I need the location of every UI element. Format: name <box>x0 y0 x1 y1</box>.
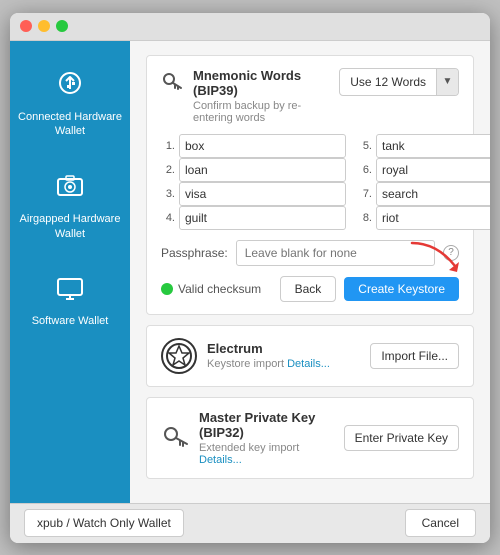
master-key-section-inner: Master Private Key (BIP32) Extended key … <box>161 410 459 466</box>
use-words-button[interactable]: Use 12 Words ▼ <box>339 68 459 96</box>
sidebar-item-airgapped-hw[interactable]: Airgapped Hardware Wallet <box>10 157 130 259</box>
titlebar <box>10 13 490 41</box>
import-file-button[interactable]: Import File... <box>370 343 459 369</box>
word-input-1[interactable] <box>179 134 346 158</box>
word-num-1: 1. <box>161 140 175 152</box>
sidebar-item-connected-hw[interactable]: Connected Hardware Wallet <box>10 51 130 157</box>
mnemonic-section: Mnemonic Words (BIP39) Confirm backup by… <box>146 55 474 315</box>
xpub-button[interactable]: xpub / Watch Only Wallet <box>24 509 184 537</box>
word-input-6[interactable] <box>376 158 490 182</box>
help-icon[interactable]: ? <box>443 245 459 261</box>
electrum-section-inner: Electrum Keystore import Details... Impo… <box>161 338 459 374</box>
word-input-2[interactable] <box>179 158 346 182</box>
word-num-8: 8. <box>358 212 372 224</box>
electrum-section: Electrum Keystore import Details... Impo… <box>146 325 474 387</box>
electrum-icon <box>161 338 197 374</box>
electrum-title: Electrum <box>207 341 330 356</box>
cancel-button[interactable]: Cancel <box>405 509 476 537</box>
content-area: Mnemonic Words (BIP39) Confirm backup by… <box>130 41 490 503</box>
sidebar-label-airgapped-hw: Airgapped Hardware Wallet <box>18 212 122 241</box>
master-key-section: Master Private Key (BIP32) Extended key … <box>146 397 474 479</box>
back-button[interactable]: Back <box>280 276 337 302</box>
airgap-icon <box>56 175 84 207</box>
btn-group: Back Create Keystore <box>280 276 459 302</box>
word-row-1: 1. <box>161 134 346 158</box>
footer: xpub / Watch Only Wallet Cancel <box>10 503 490 543</box>
word-row-8: 8. <box>358 206 490 230</box>
word-num-4: 4. <box>161 212 175 224</box>
mnemonic-title-area: Mnemonic Words (BIP39) Confirm backup by… <box>161 68 339 124</box>
electrum-subtitle: Keystore import Details... <box>207 358 330 370</box>
main-content: Connected Hardware Wallet Airgapped Hard… <box>10 41 490 503</box>
monitor-icon <box>56 277 84 309</box>
master-key-icon <box>161 422 189 456</box>
electrum-info: Electrum Keystore import Details... <box>207 341 330 370</box>
master-key-info: Master Private Key (BIP32) Extended key … <box>199 410 344 466</box>
sidebar-item-software[interactable]: Software Wallet <box>10 259 130 347</box>
master-key-left: Master Private Key (BIP32) Extended key … <box>161 410 344 466</box>
word-col-1: 1. 2. 3. 4. <box>161 134 346 230</box>
traffic-lights <box>20 20 68 32</box>
words-grid: 1. 2. 3. 4. <box>161 134 459 230</box>
close-button[interactable] <box>20 20 32 32</box>
sidebar-label-software: Software Wallet <box>32 314 109 328</box>
master-key-details-link[interactable]: Details... <box>199 454 242 466</box>
sidebar: Connected Hardware Wallet Airgapped Hard… <box>10 41 130 503</box>
mnemonic-header: Mnemonic Words (BIP39) Confirm backup by… <box>161 68 459 124</box>
key-icon <box>161 70 183 98</box>
mnemonic-title: Mnemonic Words (BIP39) <box>193 68 339 98</box>
mnemonic-title-text: Mnemonic Words (BIP39) Confirm backup by… <box>193 68 339 124</box>
word-num-3: 3. <box>161 188 175 200</box>
word-input-5[interactable] <box>376 134 490 158</box>
checksum-text: Valid checksum <box>178 282 261 296</box>
word-row-4: 4. <box>161 206 346 230</box>
word-row-5: 5. <box>358 134 490 158</box>
word-row-7: 7. <box>358 182 490 206</box>
use-words-label: Use 12 Words <box>340 75 436 89</box>
electrum-details-link[interactable]: Details... <box>287 358 330 370</box>
word-num-5: 5. <box>358 140 372 152</box>
minimize-button[interactable] <box>38 20 50 32</box>
word-input-4[interactable] <box>179 206 346 230</box>
passphrase-input[interactable] <box>236 240 435 266</box>
word-num-7: 7. <box>358 188 372 200</box>
word-input-3[interactable] <box>179 182 346 206</box>
word-input-7[interactable] <box>376 182 490 206</box>
usb-icon <box>56 69 84 105</box>
maximize-button[interactable] <box>56 20 68 32</box>
electrum-left: Electrum Keystore import Details... <box>161 338 330 374</box>
word-num-6: 6. <box>358 164 372 176</box>
word-row-2: 2. <box>161 158 346 182</box>
master-key-title: Master Private Key (BIP32) <box>199 410 344 440</box>
create-keystore-button[interactable]: Create Keystore <box>344 277 459 301</box>
master-key-subtitle: Extended key import Details... <box>199 442 344 466</box>
word-row-6: 6. <box>358 158 490 182</box>
word-row-3: 3. <box>161 182 346 206</box>
mnemonic-subtitle: Confirm backup by re-entering words <box>193 100 339 124</box>
checksum-area: Valid checksum <box>161 282 261 296</box>
sidebar-label-connected-hw: Connected Hardware Wallet <box>18 110 122 139</box>
checksum-dot <box>161 283 173 295</box>
use-words-dropdown-arrow[interactable]: ▼ <box>436 69 458 95</box>
word-col-2: 5. 6. 7. 8. <box>358 134 490 230</box>
passphrase-label: Passphrase: <box>161 246 228 260</box>
bottom-row: Valid checksum Back Create Keystore <box>161 276 459 302</box>
main-window: Connected Hardware Wallet Airgapped Hard… <box>10 13 490 543</box>
enter-private-key-button[interactable]: Enter Private Key <box>344 425 459 451</box>
word-input-8[interactable] <box>376 206 490 230</box>
passphrase-row: Passphrase: ? <box>161 240 459 266</box>
word-num-2: 2. <box>161 164 175 176</box>
